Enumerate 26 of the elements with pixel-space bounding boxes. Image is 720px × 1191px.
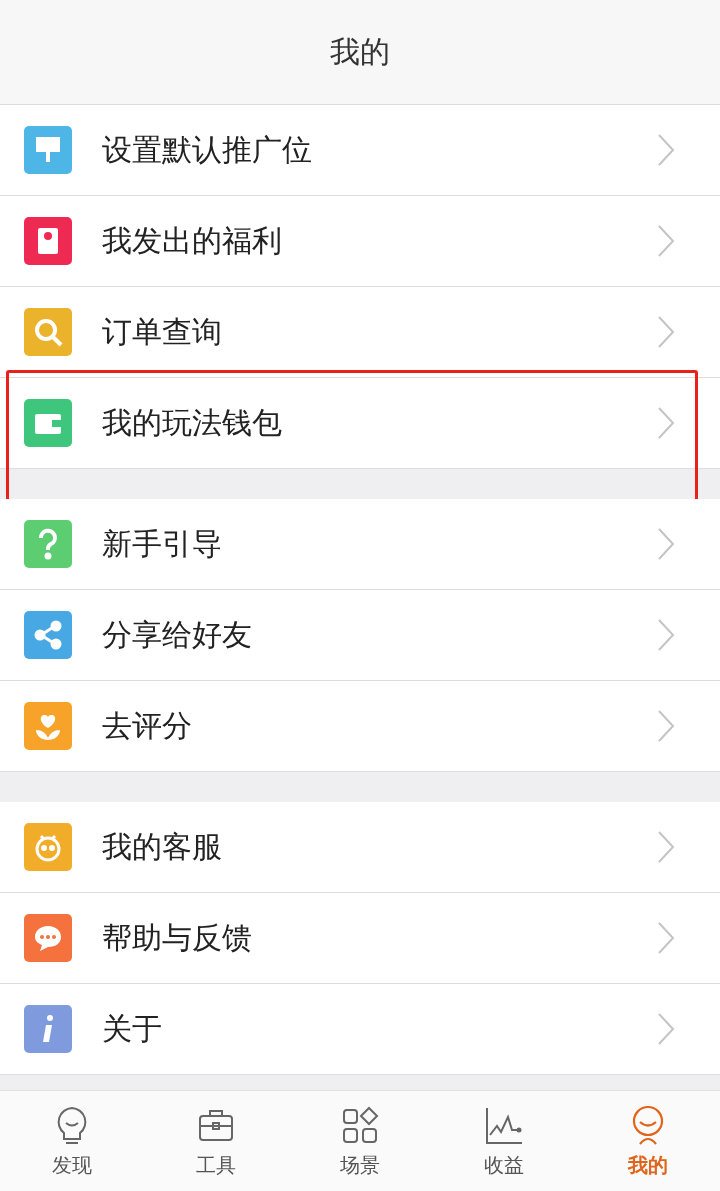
- chevron-icon: [656, 406, 676, 440]
- menu-label: 去评分: [102, 706, 193, 745]
- menu-label: 订单查询: [102, 312, 223, 351]
- menu-label: 我发出的福利: [102, 221, 283, 260]
- tab[interactable]: 发现: [0, 1091, 144, 1191]
- chevron-icon: [656, 133, 676, 167]
- chevron-icon: [656, 618, 676, 652]
- chevron-icon: [656, 527, 676, 561]
- menu-item[interactable]: 新手引导: [0, 499, 720, 590]
- menu-label: 分享给好友: [102, 615, 253, 654]
- menu-label: 新手引导: [102, 524, 223, 563]
- menu-label: 帮助与反馈: [102, 918, 253, 957]
- tab[interactable]: 场景: [288, 1091, 432, 1191]
- menu-label: 设置默认推广位: [102, 130, 313, 169]
- menu-label: 我的玩法钱包: [102, 403, 283, 442]
- chevron-icon: [656, 1012, 676, 1046]
- chevron-icon: [656, 921, 676, 955]
- tab[interactable]: 收益: [432, 1091, 576, 1191]
- chevron-icon: [656, 709, 676, 743]
- tab[interactable]: 工具: [144, 1091, 288, 1191]
- menu-label: 关于: [102, 1009, 163, 1048]
- chevron-icon: [656, 830, 676, 864]
- page-title: 我的: [330, 32, 390, 71]
- chevron-icon: [656, 224, 676, 258]
- menu-label: 我的客服: [102, 827, 223, 866]
- chevron-icon: [656, 315, 676, 349]
